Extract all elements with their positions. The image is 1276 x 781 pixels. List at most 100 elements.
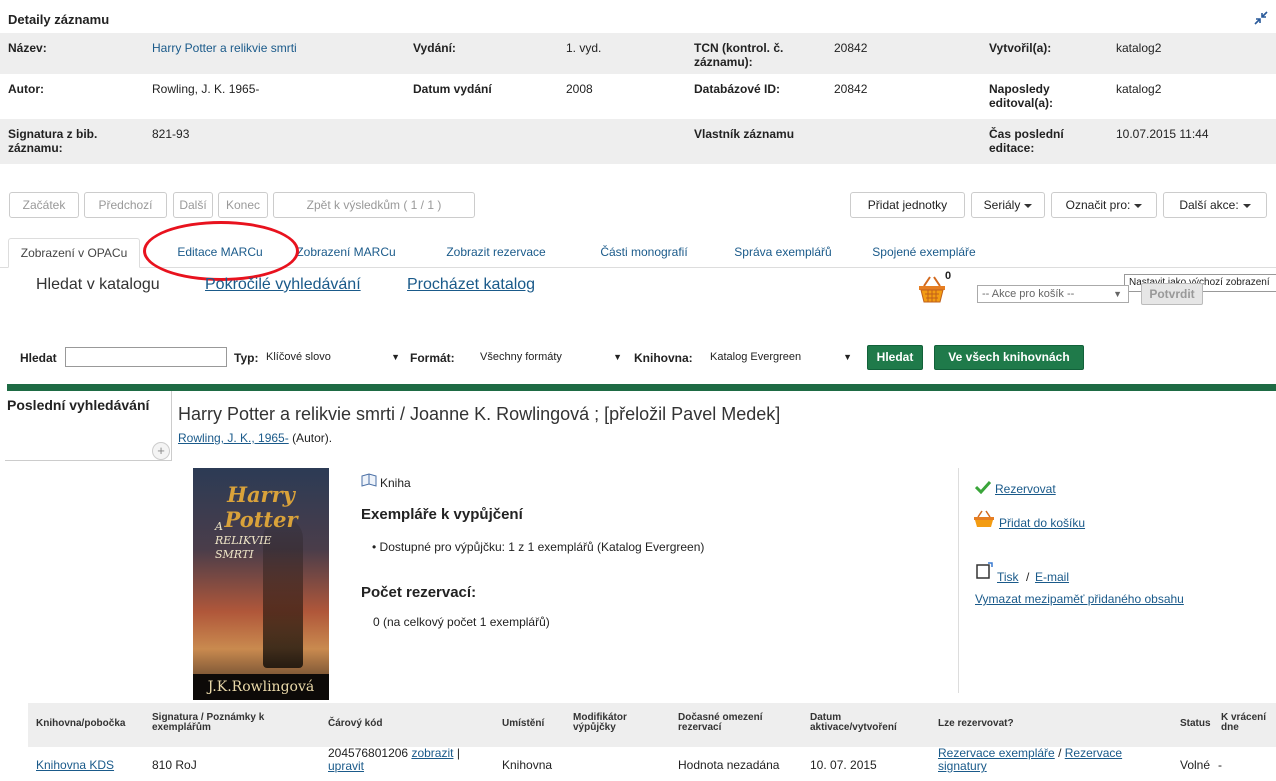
catalog-search-label: Hledat v katalogu — [36, 276, 160, 293]
details-label: Autor: — [8, 82, 44, 96]
cover-author-text: J.K.Rowlingová — [193, 674, 329, 700]
caret-down-icon — [1024, 203, 1033, 208]
item-hold-link[interactable]: Rezervace exempláře — [938, 746, 1055, 760]
details-label: Naposledy editoval(a): — [989, 82, 1054, 110]
availability-text: Dostupné pro výpůjčku: 1 z 1 exemplářů (… — [379, 540, 705, 554]
column-header: Lze rezervovat? — [938, 718, 1014, 729]
tab-holdings-management[interactable]: Správa exemplářů — [721, 238, 845, 268]
details-value-title[interactable]: Harry Potter a relikvie smrti — [152, 41, 402, 55]
format-label: Formát: — [410, 351, 455, 365]
expand-plus-icon[interactable]: + — [152, 442, 170, 460]
cart-count: 0 — [945, 270, 952, 282]
column-header: Status — [1180, 718, 1211, 729]
location: Knihovna — [502, 758, 553, 772]
tab-monograph-parts[interactable]: Části monografií — [582, 238, 706, 268]
add-to-basket-link[interactable]: Přidat do košíku — [999, 516, 1085, 530]
format-select[interactable]: Všechny formáty ▼ — [480, 348, 628, 366]
holds-text: 0 (na celkový počet 1 exemplářů) — [373, 615, 550, 629]
mark-for-label: Označit pro: — [1065, 198, 1131, 212]
search-input[interactable] — [65, 347, 227, 367]
details-label: Název: — [8, 41, 47, 55]
serials-label: Seriály — [983, 198, 1021, 212]
book-icon — [361, 473, 377, 487]
barcode: 204576801206 — [328, 746, 409, 760]
cover-subtitle-text: A RELIKVIE SMRTI — [215, 520, 272, 561]
record-actions-panel: Rezervovat Přidat do košíku Tisk / E-mai… — [958, 468, 1276, 693]
advanced-search-link[interactable]: Pokročilé vyhledávání — [205, 276, 361, 294]
column-header: Modifikátor výpůjčky — [573, 712, 627, 733]
details-label: Vydání: — [413, 41, 456, 55]
serials-dropdown-button[interactable]: Seriály — [971, 192, 1045, 218]
chevron-down-icon: ▼ — [613, 352, 622, 362]
browse-catalog-link[interactable]: Procházet katalog — [407, 276, 535, 294]
show-item-link[interactable]: zobrazit — [411, 746, 453, 760]
reserve-link[interactable]: Rezervovat — [995, 482, 1056, 496]
print-link[interactable]: Tisk — [997, 570, 1019, 584]
call-number: 810 RoJ — [152, 758, 197, 772]
search-all-libraries-button[interactable]: Ve všech knihovnách — [934, 345, 1084, 370]
collapse-icon[interactable] — [1253, 10, 1269, 26]
details-value: katalog2 — [1116, 41, 1162, 55]
previous-button[interactable]: Předchozí — [84, 192, 167, 218]
tab-view-holds[interactable]: Zobrazit rezervace — [425, 238, 567, 268]
start-button[interactable]: Začátek — [9, 192, 79, 218]
details-value: 821-93 — [152, 127, 190, 141]
author-link[interactable]: Rowling, J. K., 1965- — [178, 431, 289, 445]
more-actions-dropdown-button[interactable]: Další akce: — [1163, 192, 1267, 218]
back-to-results-button[interactable]: Zpět k výsledkům ( 1 / 1 ) — [273, 192, 475, 218]
barcode-cell: 204576801206 zobrazit | upravit — [328, 747, 488, 773]
details-label: Databázové ID: — [694, 82, 781, 96]
basket-icon[interactable] — [917, 274, 947, 304]
email-link[interactable]: E-mail — [1035, 570, 1069, 584]
chevron-down-icon: ▼ — [391, 352, 400, 362]
details-value: 20842 — [834, 82, 868, 96]
end-button[interactable]: Konec — [218, 192, 268, 218]
divider — [7, 384, 1276, 391]
tab-marc-view[interactable]: Zobrazení MARCu — [296, 238, 396, 268]
library-select[interactable]: Katalog Evergreen ▼ — [710, 348, 858, 366]
table-row: Knihovna KDS 810 RoJ 204576801206 zobraz… — [28, 747, 1276, 781]
hold-links-cell: Rezervace exempláře / Rezervace signatur… — [938, 747, 1148, 773]
cart-action-select[interactable]: -- Akce pro košík -- ▼ — [977, 285, 1129, 303]
details-label: Signatura z bib. záznamu: — [8, 127, 98, 155]
column-header: Umístění — [502, 718, 545, 729]
column-header: Dočasné omezení rezervací — [678, 712, 763, 733]
details-label: Vytvořil(a): — [989, 41, 1052, 55]
cart-action-selected: -- Akce pro košík -- — [982, 288, 1075, 300]
due-date: - — [1218, 758, 1222, 772]
clear-cache-link[interactable]: Vymazat mezipaměť přidaného obsahu — [975, 592, 1184, 606]
add-units-button[interactable]: Přidat jednotky — [850, 192, 965, 218]
search-submit-button[interactable]: Hledat — [867, 345, 923, 370]
temporary-restriction: Hodnota nezadána — [678, 758, 780, 772]
chevron-down-icon: ▼ — [843, 352, 852, 362]
details-value: 20842 — [834, 41, 868, 55]
edit-item-link[interactable]: upravit — [328, 759, 364, 773]
holdings-table-header: Knihovna/pobočka Signatura / Poznámky k … — [28, 703, 1276, 747]
tab-linked-items[interactable]: Spojené exempláře — [862, 238, 986, 268]
search-label: Hledat — [20, 351, 57, 365]
tab-marc-edit[interactable]: Editace MARCu — [158, 238, 282, 268]
details-row: Signatura z bib. záznamu: 821-93 Vlastní… — [0, 119, 1276, 164]
format-text: Kniha — [380, 476, 411, 490]
tab-opac-view[interactable]: Zobrazení v OPACu — [8, 238, 140, 268]
checkmark-icon — [975, 480, 991, 494]
mark-for-dropdown-button[interactable]: Označit pro: — [1051, 192, 1157, 218]
details-value: 2008 — [566, 82, 593, 96]
holds-heading: Počet rezervací: — [361, 584, 477, 601]
recent-searches-panel: Poslední vyhledávání + — [5, 391, 172, 461]
column-header: Signatura / Poznámky k exemplářům — [152, 712, 265, 733]
confirm-button[interactable]: Potvrdit — [1141, 283, 1203, 305]
availability-item: • Dostupné pro výpůjčku: 1 z 1 exemplářů… — [372, 540, 705, 554]
next-button[interactable]: Další — [173, 192, 213, 218]
type-selected: Klíčové slovo — [266, 351, 331, 363]
type-select[interactable]: Klíčové slovo ▼ — [266, 348, 406, 366]
details-value: 10.07.2015 11:44 — [1116, 127, 1209, 141]
details-label: TCN (kontrol. č. záznamu): — [694, 41, 784, 69]
record-title: Harry Potter a relikvie smrti / Joanne K… — [178, 404, 781, 424]
library-link[interactable]: Knihovna KDS — [36, 759, 114, 771]
separator: | — [456, 746, 460, 760]
record-author: Rowling, J. K., 1965- (Autor). — [178, 431, 332, 445]
library-label: Knihovna: — [634, 351, 693, 365]
status: Volné — [1180, 758, 1211, 772]
details-value: 1. vyd. — [566, 41, 602, 55]
